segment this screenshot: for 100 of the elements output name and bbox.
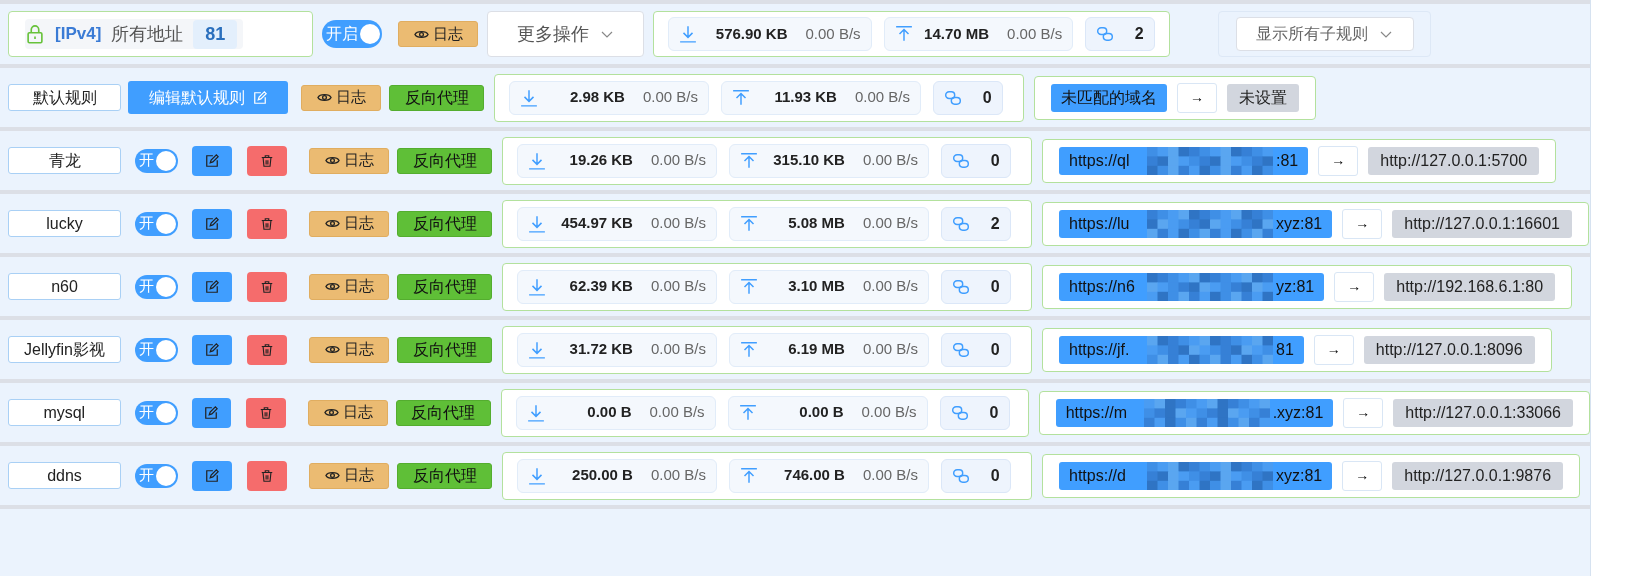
domain-end: .xyz:81 — [1272, 402, 1324, 423]
arrow-button[interactable]: → — [1343, 397, 1384, 428]
edit-icon — [205, 153, 219, 168]
arrow-button[interactable]: → — [1334, 271, 1375, 302]
download-total: 250.00 B — [572, 465, 633, 486]
domain-start: https://m — [1065, 402, 1128, 423]
trash-icon — [260, 153, 274, 168]
target-tag: http://127.0.0.1:8096 — [1363, 335, 1535, 364]
log-button[interactable]: 日志 — [309, 462, 389, 489]
edit-button[interactable] — [191, 397, 232, 428]
arrow-button[interactable]: → — [1177, 82, 1217, 113]
link-icon — [952, 340, 971, 359]
download-total: 2.98 KB — [569, 87, 625, 108]
download-rate: 0.00 B/s — [650, 339, 706, 360]
proxy-type-button[interactable]: 反向代理 — [395, 399, 491, 426]
domain-start: https://ql — [1069, 150, 1131, 171]
log-button[interactable]: 日志 — [309, 210, 389, 237]
download-rate: 0.00 B/s — [642, 87, 698, 108]
edit-button[interactable] — [192, 460, 232, 491]
upload-icon — [738, 403, 757, 422]
delete-button[interactable] — [247, 460, 287, 491]
target-tag: http://192.168.6.1:80 — [1384, 272, 1556, 301]
upload-rate: 0.00 B/s — [862, 465, 918, 486]
upload-total: 11.93 KB — [774, 87, 837, 108]
proxy-type-button[interactable]: 反向代理 — [397, 336, 492, 363]
edit-icon — [205, 342, 219, 357]
proxy-type-button[interactable]: 反向代理 — [397, 273, 492, 300]
trash-icon — [259, 405, 274, 420]
domain-start: https://n6 — [1069, 276, 1136, 297]
link-icon — [1096, 25, 1115, 43]
download-icon — [528, 151, 546, 170]
connection-value: 0 — [990, 276, 1000, 297]
connection-value: 2 — [990, 213, 1000, 234]
upload-total: 14.70 MB — [924, 23, 990, 44]
more-actions-button[interactable]: 更多操作 — [487, 11, 644, 57]
edit-icon — [205, 216, 219, 231]
target-tag: http://127.0.0.1:5700 — [1368, 146, 1540, 175]
delete-button[interactable] — [247, 334, 287, 365]
upload-total: 315.10 KB — [773, 150, 845, 171]
proxy-type-button[interactable]: 反向代理 — [397, 210, 492, 237]
target-tag: 未设置 — [1227, 83, 1299, 112]
arrow-button[interactable]: → — [1342, 208, 1383, 239]
edit-button[interactable] — [192, 145, 232, 176]
link-icon — [952, 151, 971, 170]
domain-end: yz:81 — [1276, 276, 1315, 297]
domain-tag: 未匹配的域名 — [1051, 83, 1167, 112]
connection-value: 0 — [990, 465, 1000, 486]
proxy-type-button[interactable]: 反向代理 — [389, 84, 484, 111]
rule-name: 默认规则 — [8, 84, 121, 111]
rule-name: mysql — [8, 399, 121, 426]
upload-icon — [740, 340, 758, 359]
log-button[interactable]: 日志 — [309, 147, 389, 174]
log-button[interactable]: 日志 — [308, 399, 388, 426]
arrow-button[interactable]: → — [1342, 460, 1383, 491]
download-total: 454.97 KB — [561, 213, 633, 234]
download-total: 0.00 B — [587, 402, 632, 423]
edit-icon — [205, 468, 219, 483]
upload-total: 0.00 B — [799, 402, 844, 423]
download-icon — [528, 466, 546, 485]
upload-icon — [740, 214, 758, 233]
connection-value: 0 — [989, 402, 999, 423]
edit-button[interactable] — [192, 208, 232, 239]
trash-icon — [260, 216, 274, 231]
edit-button[interactable] — [192, 334, 232, 365]
upload-icon — [740, 466, 758, 485]
download-rate: 0.00 B/s — [650, 465, 706, 486]
edit-button[interactable] — [192, 271, 232, 302]
download-rate: 0.00 B/s — [649, 402, 705, 423]
log-button[interactable]: 日志 — [398, 21, 478, 47]
upload-total: 746.00 B — [784, 465, 845, 486]
upload-rate: 0.00 B/s — [854, 87, 910, 108]
arrow-button[interactable]: → — [1313, 334, 1354, 365]
connection-value: 0 — [982, 87, 992, 108]
domain-end: xyz:81 — [1276, 213, 1323, 234]
log-button[interactable]: 日志 — [309, 336, 389, 363]
upload-rate: 0.00 B/s — [1007, 23, 1063, 44]
log-button[interactable]: 日志 — [309, 273, 389, 300]
target-tag: http://127.0.0.1:16601 — [1392, 209, 1572, 238]
target-tag: http://127.0.0.1:9876 — [1392, 461, 1564, 490]
delete-button[interactable] — [247, 271, 287, 302]
rule-name: Jellyfin影视 — [8, 336, 121, 363]
delete-button[interactable] — [247, 208, 287, 239]
delete-button[interactable] — [246, 397, 287, 428]
arrow-button[interactable]: → — [1318, 145, 1359, 176]
log-button[interactable]: 日志 — [301, 84, 381, 111]
rule-name: lucky — [8, 210, 121, 237]
delete-button[interactable] — [247, 145, 287, 176]
filter-select[interactable]: 显示所有子规则 — [1235, 17, 1414, 51]
upload-rate: 0.00 B/s — [862, 276, 918, 297]
download-rate: 0.00 B/s — [650, 213, 706, 234]
download-rate: 0.00 B/s — [650, 276, 706, 297]
proxy-type-button[interactable]: 反向代理 — [397, 147, 492, 174]
rule-name: 青龙 — [8, 147, 121, 174]
domain-end: xyz:81 — [1276, 465, 1323, 486]
proxy-type-button[interactable]: 反向代理 — [397, 462, 492, 489]
edit-icon — [253, 90, 267, 105]
download-icon — [528, 277, 546, 296]
trash-icon — [260, 279, 274, 294]
upload-total: 3.10 MB — [788, 276, 845, 297]
download-total: 576.90 KB — [715, 23, 788, 44]
